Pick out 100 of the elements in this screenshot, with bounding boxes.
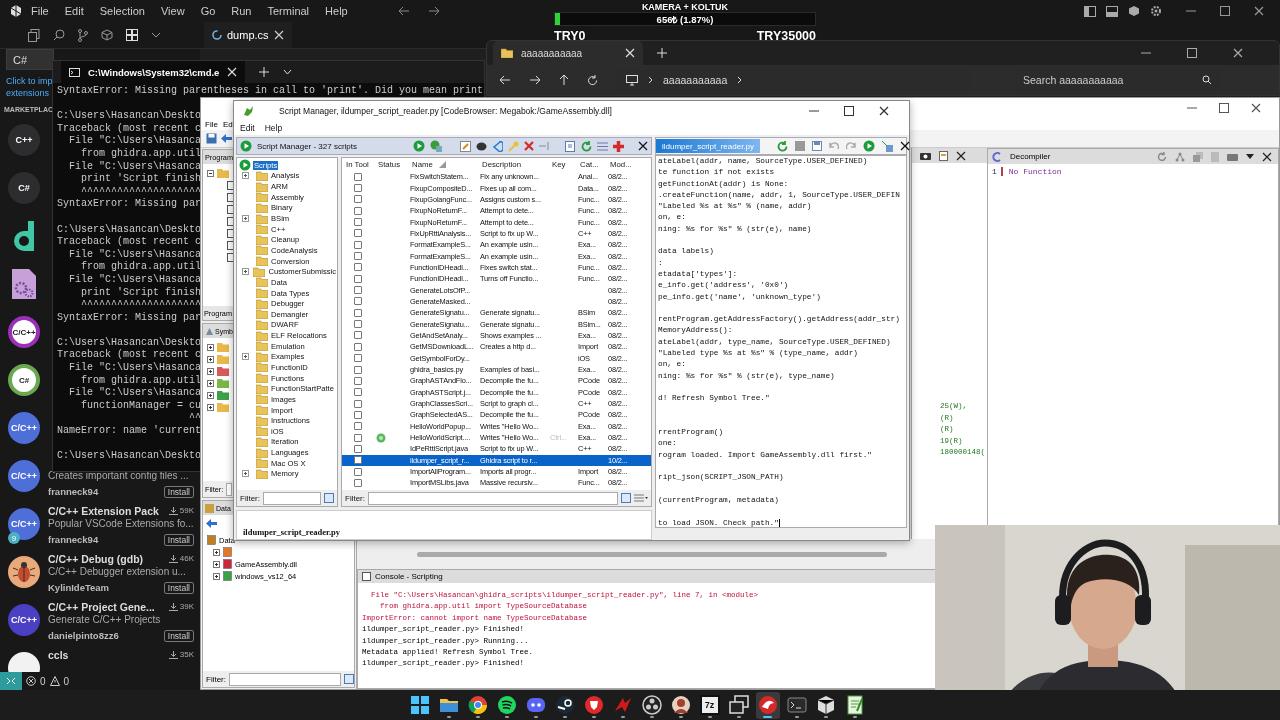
checkbox[interactable] xyxy=(354,218,362,227)
branch-icon[interactable] xyxy=(78,28,88,42)
close-icon[interactable] xyxy=(900,141,911,151)
checkbox[interactable] xyxy=(354,456,362,465)
close-icon[interactable] xyxy=(638,141,648,151)
install-button[interactable]: Install xyxy=(163,533,194,546)
expand-icon[interactable] xyxy=(242,470,249,478)
menu-item[interactable]: Go xyxy=(193,3,223,19)
back-arrow-icon[interactable] xyxy=(206,518,217,528)
checkbox[interactable] xyxy=(354,444,362,453)
music-icon[interactable] xyxy=(496,695,517,715)
menu-item[interactable]: Run xyxy=(224,3,259,19)
windows-icon[interactable] xyxy=(728,695,749,715)
remote-button[interactable] xyxy=(0,672,22,690)
expand-icon[interactable] xyxy=(242,172,249,180)
checkbox[interactable] xyxy=(354,410,362,419)
save-icon[interactable] xyxy=(206,133,217,144)
filter-field[interactable] xyxy=(229,672,341,686)
editor-tab[interactable]: dump.cs xyxy=(204,22,292,48)
back-arrow-icon[interactable] xyxy=(221,134,232,143)
close-icon[interactable] xyxy=(956,150,966,161)
terminal-icon[interactable] xyxy=(786,695,807,715)
save-as-icon[interactable] xyxy=(812,141,823,151)
cube-icon[interactable] xyxy=(1128,5,1140,17)
expand-icon[interactable] xyxy=(207,367,214,375)
shield-icon[interactable] xyxy=(583,695,604,715)
expand-icon[interactable] xyxy=(213,548,220,556)
checkbox[interactable] xyxy=(354,354,362,363)
checkbox[interactable] xyxy=(354,274,362,283)
checkbox[interactable] xyxy=(354,184,362,192)
person-icon[interactable] xyxy=(670,695,691,715)
back-arrow-icon[interactable] xyxy=(398,6,410,16)
sort-icon[interactable] xyxy=(438,161,446,168)
game-icon[interactable] xyxy=(554,695,575,715)
close-icon[interactable] xyxy=(1254,6,1264,16)
menu-item[interactable]: File xyxy=(24,3,56,19)
maximize-icon[interactable] xyxy=(1220,6,1230,16)
expand-icon[interactable] xyxy=(207,343,214,351)
run-script-icon[interactable] xyxy=(863,140,876,152)
expand-icon[interactable] xyxy=(213,560,220,568)
dropdown-icon[interactable] xyxy=(1246,154,1254,159)
checkbox[interactable] xyxy=(354,467,362,476)
checkbox[interactable] xyxy=(354,365,362,374)
checkbox[interactable] xyxy=(354,320,362,329)
checkbox[interactable] xyxy=(354,331,362,340)
checkbox[interactable] xyxy=(354,422,362,431)
checkbox[interactable] xyxy=(354,252,362,261)
expand-icon[interactable] xyxy=(207,379,214,387)
close-icon[interactable] xyxy=(1233,48,1243,58)
checkbox[interactable] xyxy=(354,286,362,295)
copy-icon[interactable] xyxy=(28,28,40,42)
forward-arrow-icon[interactable] xyxy=(428,6,440,16)
start-icon[interactable] xyxy=(409,695,430,715)
menu-item[interactable]: Terminal xyxy=(260,3,317,19)
filter-field[interactable] xyxy=(368,491,618,505)
script-category-icon[interactable] xyxy=(239,159,251,172)
camera-icon[interactable] xyxy=(920,151,931,160)
install-button[interactable]: Install xyxy=(163,581,194,594)
new-script-icon[interactable] xyxy=(565,140,576,152)
sidebar-layout-icon[interactable] xyxy=(1084,5,1096,17)
terminal-tab[interactable]: C:\Windows\System32\cmd.e xyxy=(61,61,246,83)
maximize-icon[interactable] xyxy=(844,106,854,116)
checkbox[interactable] xyxy=(354,308,362,317)
delete-icon[interactable] xyxy=(524,141,534,151)
maximize-icon[interactable] xyxy=(1219,103,1229,113)
checkbox[interactable] xyxy=(354,433,362,442)
list-icon[interactable] xyxy=(597,141,608,151)
menu-item[interactable]: Ed xyxy=(222,119,233,129)
checkbox[interactable] xyxy=(354,388,362,397)
checkbox[interactable] xyxy=(354,263,362,272)
filter-options-icon[interactable] xyxy=(344,674,354,684)
save-icon[interactable] xyxy=(795,141,806,151)
run-script-icon[interactable] xyxy=(413,140,425,152)
graph-icon[interactable] xyxy=(1175,151,1185,162)
checkbox[interactable] xyxy=(354,342,362,351)
filter-field[interactable] xyxy=(226,482,233,496)
checkbox[interactable] xyxy=(354,229,362,238)
close-icon[interactable] xyxy=(1262,151,1272,162)
checkbox[interactable] xyxy=(354,297,362,306)
panel-layout-icon[interactable] xyxy=(1106,5,1118,17)
chat-icon[interactable] xyxy=(525,695,546,715)
filter-field[interactable] xyxy=(263,491,321,505)
menu-item[interactable]: Selection xyxy=(92,3,152,19)
tab-close-icon[interactable] xyxy=(625,48,635,58)
checkbox[interactable] xyxy=(354,206,362,215)
menu-item[interactable]: Help xyxy=(318,3,355,19)
menu-item[interactable]: View xyxy=(153,3,192,19)
close-icon[interactable] xyxy=(879,106,889,116)
tab-close-icon[interactable] xyxy=(227,67,238,77)
cube-icon[interactable] xyxy=(815,695,836,715)
install-button[interactable]: Install xyxy=(163,485,194,498)
checkbox[interactable] xyxy=(354,240,362,249)
layout-icon[interactable] xyxy=(939,150,948,161)
checkbox[interactable] xyxy=(354,478,362,487)
add-icon[interactable] xyxy=(613,140,624,152)
filter-icon[interactable] xyxy=(621,493,631,503)
search-icon[interactable] xyxy=(53,29,65,41)
checkbox[interactable] xyxy=(354,195,362,204)
menu-item[interactable]: File xyxy=(205,119,218,129)
new-tab-icon[interactable] xyxy=(657,48,667,58)
